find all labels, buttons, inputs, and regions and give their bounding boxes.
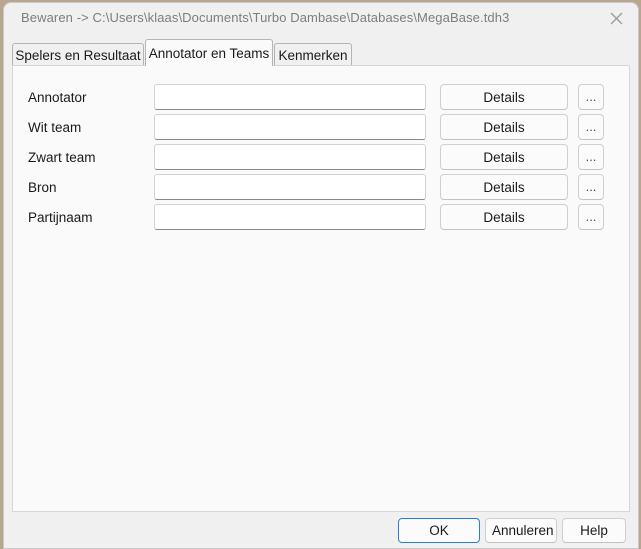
- save-game-dialog: Bewaren -> C:\Users\klaas\Documents\Turb…: [3, 2, 639, 549]
- dialog-footer: OK Annuleren Help: [4, 512, 638, 548]
- close-icon[interactable]: [594, 3, 638, 34]
- tab-label: Spelers en Resultaat: [15, 47, 141, 63]
- zwart-team-browse-button[interactable]: ...: [578, 144, 604, 170]
- title-bar: Bewaren -> C:\Users\klaas\Documents\Turb…: [4, 3, 638, 34]
- label-partijnaam: Partijnaam: [28, 210, 93, 225]
- tab-panel-annotator-en-teams: Annotator Details ... Wit team Details .…: [12, 65, 630, 512]
- zwart-team-details-button[interactable]: Details: [440, 144, 568, 170]
- window-title: Bewaren -> C:\Users\klaas\Documents\Turb…: [21, 10, 510, 25]
- wit-team-input[interactable]: [154, 114, 426, 140]
- bron-input[interactable]: [154, 174, 426, 200]
- form-row: Annotator Details ...: [13, 84, 629, 114]
- annotator-browse-button[interactable]: ...: [578, 84, 604, 110]
- partijnaam-browse-button[interactable]: ...: [578, 204, 604, 230]
- tab-annotator-en-teams[interactable]: Annotator en Teams: [145, 39, 273, 66]
- label-annotator: Annotator: [28, 90, 87, 105]
- help-button[interactable]: Help: [562, 518, 626, 543]
- annotator-details-button[interactable]: Details: [440, 84, 568, 110]
- bron-details-button[interactable]: Details: [440, 174, 568, 200]
- form-row: Wit team Details ...: [13, 114, 629, 144]
- form-row: Zwart team Details ...: [13, 144, 629, 174]
- tab-label: Annotator en Teams: [148, 45, 270, 61]
- wit-team-details-button[interactable]: Details: [440, 114, 568, 140]
- annotator-input[interactable]: [154, 84, 426, 110]
- wit-team-browse-button[interactable]: ...: [578, 114, 604, 140]
- partijnaam-input[interactable]: [154, 204, 426, 230]
- cancel-button[interactable]: Annuleren: [485, 518, 557, 543]
- ok-button[interactable]: OK: [398, 518, 480, 543]
- label-bron: Bron: [28, 180, 57, 195]
- zwart-team-input[interactable]: [154, 144, 426, 170]
- bron-browse-button[interactable]: ...: [578, 174, 604, 200]
- label-wit-team: Wit team: [28, 120, 82, 135]
- partijnaam-details-button[interactable]: Details: [440, 204, 568, 230]
- tab-spelers-en-resultaat[interactable]: Spelers en Resultaat: [12, 43, 144, 66]
- tab-kenmerken[interactable]: Kenmerken: [274, 43, 352, 66]
- form-row: Bron Details ...: [13, 174, 629, 204]
- tab-label: Kenmerken: [278, 47, 348, 63]
- label-zwart-team: Zwart team: [28, 150, 96, 165]
- tab-strip: Spelers en Resultaat Annotator en Teams …: [4, 34, 638, 66]
- form-row: Partijnaam Details ...: [13, 204, 629, 234]
